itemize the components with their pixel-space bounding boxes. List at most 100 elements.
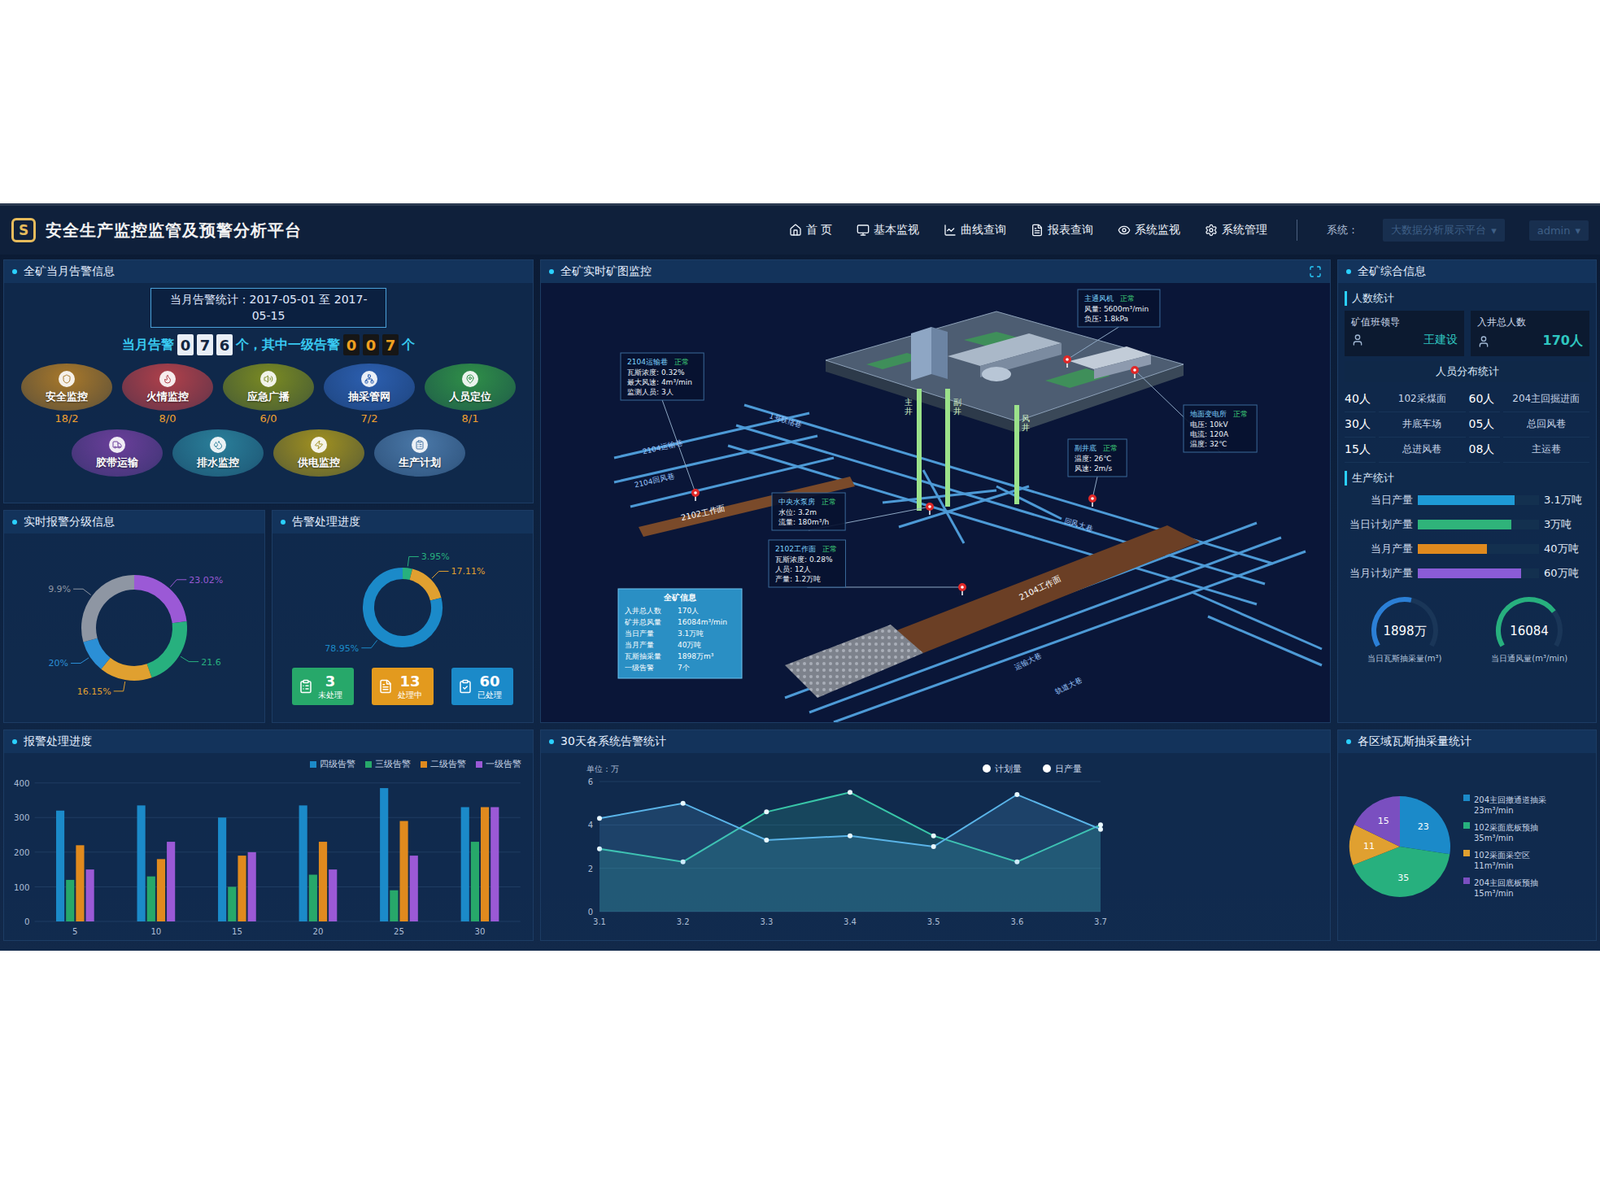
system-button[interactable]: 人员定位8/1 bbox=[422, 363, 518, 425]
bar[interactable] bbox=[470, 841, 480, 922]
svg-text:4: 4 bbox=[588, 820, 593, 830]
bar[interactable] bbox=[166, 841, 175, 922]
bar[interactable] bbox=[389, 890, 398, 922]
panel-title: 实时报警分级信息 bbox=[4, 510, 265, 534]
progress-box[interactable]: 13处理中 bbox=[371, 667, 434, 706]
info-box[interactable]: 中央水泵房正常水位: 3.2m流量: 180m³/h bbox=[771, 492, 934, 531]
bar[interactable] bbox=[217, 817, 227, 922]
person-icon bbox=[1477, 335, 1491, 349]
nav-item[interactable]: 系统监视 bbox=[1117, 222, 1181, 238]
info-box[interactable]: 地面变电所正常电压: 10kV电流: 120A温度: 32℃ bbox=[1130, 366, 1257, 453]
shaft-label: 风井 bbox=[1021, 414, 1030, 432]
nav-item[interactable]: 基本监视 bbox=[856, 222, 920, 238]
progress-box[interactable]: 3未处理 bbox=[292, 667, 354, 706]
svg-text:1898万m³: 1898万m³ bbox=[677, 652, 715, 661]
nav-divider bbox=[1296, 219, 1298, 241]
bar[interactable] bbox=[75, 845, 84, 922]
bar[interactable] bbox=[309, 875, 318, 922]
progress-box[interactable]: 60已处理 bbox=[451, 667, 514, 706]
system-button[interactable]: 胶带运输 bbox=[69, 429, 165, 477]
bar[interactable] bbox=[409, 855, 419, 922]
title-dot bbox=[12, 519, 18, 525]
data-point[interactable] bbox=[680, 801, 686, 807]
data-point[interactable] bbox=[1098, 827, 1103, 833]
info-box[interactable]: 主通风机正常风量: 5600m³/min负压: 1.8kPa bbox=[1063, 289, 1160, 368]
map-pin-icon[interactable] bbox=[691, 488, 700, 502]
bar[interactable] bbox=[299, 805, 308, 922]
system-button[interactable]: 安全监控18/2 bbox=[19, 363, 114, 425]
app-title: 安全生产监控监管及预警分析平台 bbox=[45, 219, 302, 242]
system-button[interactable]: 供电监控 bbox=[271, 429, 367, 477]
nav-icon bbox=[1030, 223, 1044, 237]
data-point[interactable] bbox=[847, 833, 853, 839]
pie-slice[interactable]: 23 bbox=[1399, 796, 1451, 855]
bar[interactable] bbox=[379, 788, 389, 922]
data-point[interactable] bbox=[597, 815, 602, 821]
map-pin-icon[interactable] bbox=[1130, 366, 1139, 379]
pie-slice[interactable]: 15 bbox=[1354, 796, 1400, 847]
data-point[interactable] bbox=[931, 844, 937, 850]
alarm-panel: 全矿当月告警信息当月告警统计：2017-05-01 至 2017-05-15当月… bbox=[3, 259, 534, 504]
nav-item[interactable]: 首 页 bbox=[789, 222, 833, 238]
system-button[interactable]: 排水监控 bbox=[170, 429, 266, 477]
bar[interactable] bbox=[227, 886, 236, 922]
bar[interactable] bbox=[328, 869, 337, 922]
donut-segment: 78.95% bbox=[324, 573, 437, 654]
info-box[interactable]: 2104运输巷正常瓦斯浓度: 0.32%最大风速: 4m³/min监测人员: 3… bbox=[620, 353, 704, 502]
bar[interactable] bbox=[56, 810, 65, 922]
distribution-place: 井底车场 bbox=[1378, 412, 1466, 438]
bar[interactable] bbox=[137, 805, 146, 922]
map-pin-icon[interactable] bbox=[1063, 355, 1072, 368]
bar[interactable] bbox=[248, 852, 257, 922]
production-row: 当月计划产量60万吨 bbox=[1344, 563, 1590, 584]
map-pin-icon[interactable] bbox=[925, 502, 934, 515]
bar[interactable] bbox=[490, 806, 499, 922]
system-select[interactable]: 大数据分析展示平台▾ bbox=[1382, 218, 1505, 242]
data-point[interactable] bbox=[763, 837, 769, 843]
bar[interactable] bbox=[65, 880, 75, 922]
svg-text:0: 0 bbox=[588, 907, 593, 917]
count-digit: 6 bbox=[216, 334, 233, 356]
system-button[interactable]: 应急广播6/0 bbox=[221, 363, 316, 425]
bar[interactable] bbox=[318, 841, 327, 922]
map-pin-icon[interactable] bbox=[1088, 494, 1097, 507]
info-box[interactable]: 副井底正常温度: 26℃风速: 2m/s bbox=[1068, 439, 1127, 507]
fullscreen-icon[interactable] bbox=[1308, 265, 1322, 279]
bar[interactable] bbox=[156, 858, 166, 922]
svg-text:300: 300 bbox=[13, 812, 30, 823]
x-tick: 3.1 bbox=[592, 917, 606, 927]
bar[interactable] bbox=[461, 806, 470, 922]
data-point[interactable] bbox=[931, 833, 937, 839]
panel-title-text: 30天各系统告警统计 bbox=[560, 734, 667, 750]
svg-text:21.6: 21.6 bbox=[200, 657, 222, 668]
bar[interactable] bbox=[86, 869, 95, 922]
title-dot bbox=[549, 739, 554, 745]
bar[interactable] bbox=[399, 821, 408, 922]
bar[interactable] bbox=[237, 855, 246, 922]
map-pin-icon[interactable] bbox=[958, 583, 967, 596]
progress-donut: 3.95%17.11%78.95% bbox=[280, 550, 525, 665]
gauge-dial: 16084 bbox=[1472, 588, 1587, 654]
system-button[interactable]: 生产计划 bbox=[372, 429, 467, 477]
bar-group: 15 bbox=[217, 817, 257, 936]
user-menu[interactable]: admin▾ bbox=[1529, 220, 1589, 241]
info-box[interactable]: 2102工作面正常瓦斯浓度: 0.28%人员: 12人产量: 1.2万吨 bbox=[768, 540, 967, 596]
data-point[interactable] bbox=[1098, 822, 1103, 828]
data-point[interactable] bbox=[763, 809, 769, 815]
data-point[interactable] bbox=[847, 789, 853, 795]
svg-text:温度: 32℃: 温度: 32℃ bbox=[1190, 440, 1227, 449]
system-button[interactable]: 火情监控8/0 bbox=[120, 363, 215, 425]
mine-map[interactable]: 主井副井风井2104运输巷2104回风巷1号联络巷回风大巷运输大巷轨道大巷210… bbox=[540, 283, 1330, 723]
data-point[interactable] bbox=[1014, 792, 1020, 798]
nav-item[interactable]: 曲线查询 bbox=[943, 222, 1007, 238]
tunnel-line bbox=[1191, 592, 1322, 650]
nav-item[interactable]: 报表查询 bbox=[1030, 222, 1094, 238]
legend-item: 204主回撤通道抽采23m³/min bbox=[1463, 794, 1547, 816]
bar[interactable] bbox=[480, 806, 489, 922]
gauge: 16084当日通风量(m³/min) bbox=[1469, 588, 1591, 665]
y-tick: 6 bbox=[588, 777, 1101, 787]
tunnel-line bbox=[784, 523, 1257, 698]
bar[interactable] bbox=[147, 876, 156, 922]
nav-item[interactable]: 系统管理 bbox=[1204, 222, 1268, 238]
system-button[interactable]: 抽采管网7/2 bbox=[322, 363, 417, 425]
